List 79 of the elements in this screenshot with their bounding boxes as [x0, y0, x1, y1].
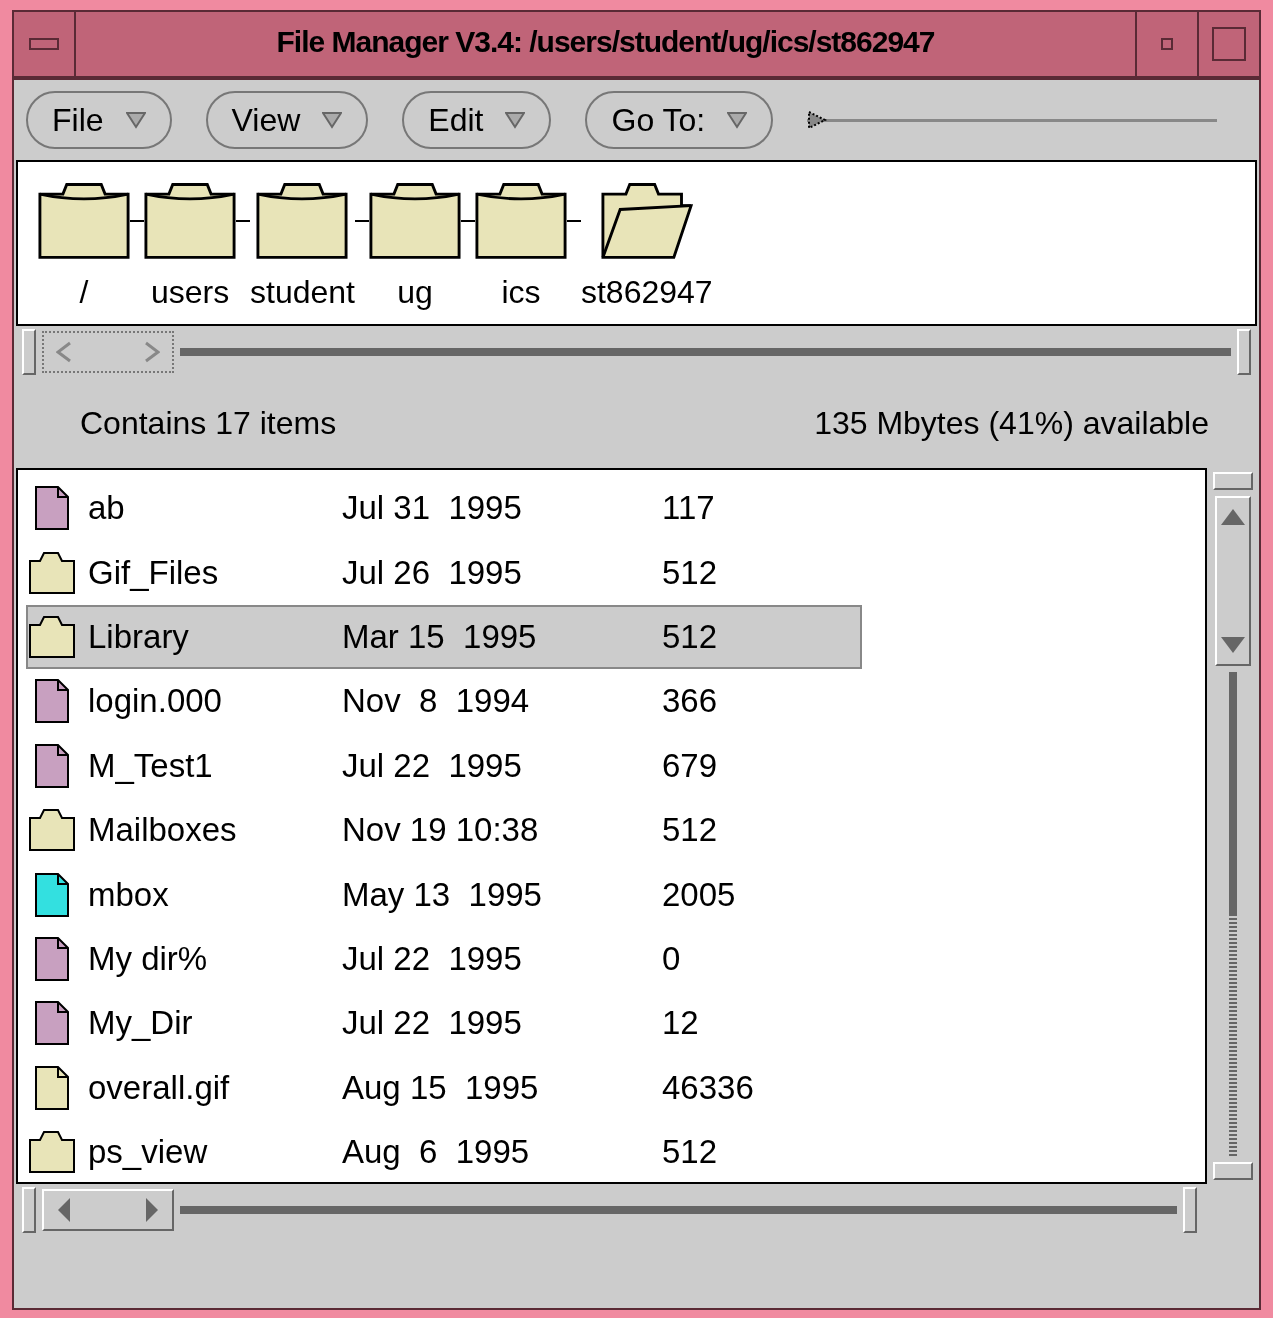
file-name: login.000 — [88, 682, 223, 721]
file-name: My_Dir — [88, 1004, 194, 1043]
file-size: 512 — [662, 811, 719, 850]
folder-icon — [28, 1130, 76, 1175]
open-folder-icon — [600, 180, 693, 260]
menu-button[interactable]: View — [205, 91, 369, 149]
file-name: Library — [88, 617, 190, 656]
path-label: st862947 — [580, 274, 713, 311]
file-size: 2005 — [662, 875, 737, 914]
right-arrow-icon[interactable] — [144, 1197, 160, 1223]
file-row[interactable]: ps_view Aug 6 1995 512 — [26, 1119, 862, 1182]
file-size: 679 — [662, 746, 719, 785]
file-row[interactable]: My dir% Jul 22 1995 0 — [26, 926, 862, 992]
file-date: Aug 15 1995 — [342, 1068, 540, 1107]
large-square-icon — [1212, 27, 1246, 61]
path-label: ug — [397, 274, 433, 311]
file-name: ps_view — [88, 1133, 209, 1172]
file-size: 512 — [662, 553, 719, 592]
caret-icon — [322, 111, 343, 129]
path-label: ics — [501, 274, 541, 311]
left-arrow-icon[interactable] — [56, 1197, 72, 1223]
file-name: Gif_Files — [88, 553, 220, 592]
file-date: Aug 6 1995 — [342, 1133, 531, 1172]
file-name: Mailboxes — [88, 811, 238, 850]
window-title: File Manager V3.4: /users/student/ug/ics/st862947 — [275, 24, 936, 60]
file-name: ab — [88, 489, 126, 528]
scrollbar-end[interactable] — [1213, 472, 1253, 490]
path-label: users — [150, 274, 230, 311]
caret-icon — [125, 111, 146, 129]
file-row[interactable]: Gif_Files Jul 26 1995 512 — [26, 540, 862, 605]
menu-button[interactable]: File — [26, 91, 172, 149]
item-count: Contains 17 items — [80, 404, 337, 442]
file-row[interactable]: login.000 Nov 8 1994 366 — [26, 669, 862, 734]
file-row[interactable]: mbox May 13 1995 2005 — [26, 862, 862, 927]
file-date: May 13 1995 — [342, 875, 543, 914]
up-arrow-icon[interactable] — [1220, 508, 1246, 526]
file-date: Jul 22 1995 — [342, 1004, 523, 1043]
folder-icon — [256, 180, 349, 260]
file-row[interactable]: ab Jul 31 1995 117 — [26, 476, 862, 541]
down-arrow-icon[interactable] — [1220, 636, 1246, 654]
file-size: 46336 — [662, 1068, 755, 1107]
path-label: student — [250, 274, 355, 311]
file-row[interactable]: My_Dir Jul 22 1995 12 — [26, 991, 862, 1056]
menu-button[interactable]: Edit — [402, 91, 552, 149]
file-date: Jul 22 1995 — [342, 939, 523, 978]
file-date: Jul 22 1995 — [342, 746, 523, 785]
file-name: My dir% — [88, 939, 209, 978]
disk-space: 135 Mbytes (41%) available — [814, 404, 1209, 442]
file-date: Mar 15 1995 — [342, 617, 538, 656]
menu-button[interactable]: Go To: — [585, 91, 774, 149]
file-size: 117 — [662, 489, 716, 528]
file-date: Jul 26 1995 — [342, 553, 523, 592]
caret-icon — [505, 111, 526, 129]
scrollbar-end[interactable] — [1213, 1162, 1253, 1180]
file-size: 0 — [662, 939, 682, 978]
file-row[interactable]: overall.gif Aug 15 1995 46336 — [26, 1055, 862, 1120]
folder-icon — [28, 550, 76, 595]
file-size: 512 — [662, 617, 719, 656]
file-name: M_Test1 — [88, 746, 214, 785]
folder-icon — [28, 614, 76, 659]
file-size: 12 — [662, 1004, 700, 1043]
slider-thumb[interactable] — [807, 110, 828, 130]
small-square-icon — [1161, 38, 1173, 50]
bar-icon — [29, 38, 59, 50]
file-name: mbox — [88, 875, 170, 914]
file-row[interactable]: Library Mar 15 1995 512 — [26, 604, 862, 670]
file-date: Nov 8 1994 — [342, 682, 531, 721]
file-size: 366 — [662, 682, 719, 721]
file-row[interactable]: M_Test1 Jul 22 1995 679 — [26, 733, 862, 798]
file-name: overall.gif — [88, 1068, 231, 1107]
scrollbar-thumb[interactable] — [1229, 672, 1237, 914]
caret-icon — [727, 111, 748, 129]
file-date: Nov 19 10:38 — [342, 811, 540, 850]
file-date: Jul 31 1995 — [342, 489, 523, 528]
folder-icon — [28, 808, 76, 853]
scrollbar-track[interactable] — [1229, 672, 1237, 1156]
file-row[interactable]: Mailboxes Nov 19 10:38 512 — [26, 797, 862, 863]
path-label: / — [79, 274, 89, 311]
file-size: 512 — [662, 1133, 719, 1172]
